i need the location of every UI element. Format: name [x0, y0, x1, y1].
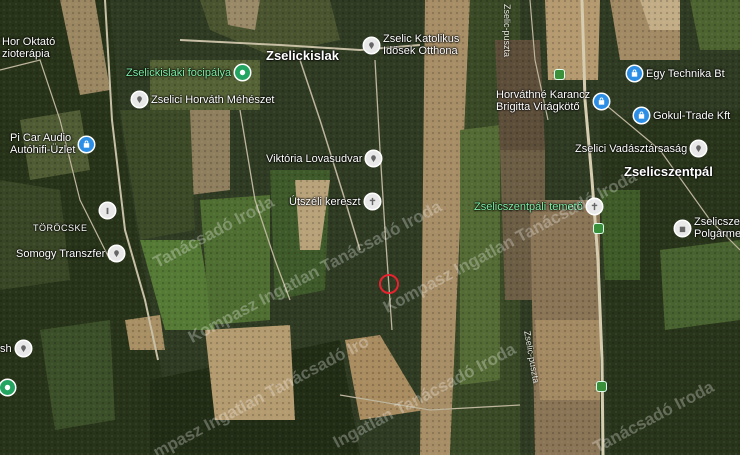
- poi-label: Útszéli kereszt: [289, 195, 361, 208]
- location-pin-icon: [15, 341, 31, 356]
- poi-utszeli-kereszt[interactable]: Útszéli kereszt: [289, 194, 380, 209]
- poi-monument[interactable]: [100, 203, 115, 218]
- location-pin-icon: [109, 246, 125, 261]
- poi-label: Pi Car Audio Autóhifi-Üzlet: [10, 132, 76, 156]
- poi-label: Zselici Vadásztársaság: [575, 142, 688, 155]
- poi-label: Viktória Lovasudvar: [266, 152, 363, 165]
- building-icon: [675, 220, 690, 236]
- road-shield: [594, 224, 603, 233]
- poi-horvathne-viragkoto[interactable]: Horváthné Karancz Brigitta Virágkötő: [496, 89, 610, 113]
- poi-label: Zselic Katolikus Idősek Otthona: [383, 33, 460, 57]
- monument-icon: [100, 203, 115, 218]
- poi-label: Egy Technika Bt: [646, 67, 725, 80]
- location-pin-icon: [366, 151, 382, 166]
- poi-label: Somogy Transzfer: [16, 247, 106, 260]
- place-label: TÖRÖCSKE: [33, 223, 88, 233]
- shopping-bag-icon: [627, 66, 642, 81]
- road-shield: [555, 70, 564, 79]
- poi-katolikus-idosek-otthona[interactable]: Zselic Katolikus Idősek Otthona: [364, 33, 459, 57]
- park-icon: [0, 380, 15, 395]
- poi-focipalya[interactable]: Zselickislaki focipálya: [126, 65, 251, 80]
- poi-polgarmesteri-hivatal[interactable]: Zselicsze Polgárme: [675, 216, 740, 240]
- place-torocske[interactable]: TÖRÖCSKE: [33, 222, 88, 234]
- shopping-bag-icon: [79, 136, 95, 152]
- church-icon: [364, 194, 380, 209]
- location-pin-icon: [132, 92, 147, 107]
- stadium-icon: [235, 65, 251, 80]
- poi-gokul-trade[interactable]: Gokul-Trade Kft: [634, 108, 730, 123]
- poi-label: Gokul-Trade Kft: [653, 109, 731, 122]
- poi-oktato[interactable]: Hor Oktató zioterápia: [2, 36, 55, 60]
- poi-label: Zselicsze Polgárme: [694, 216, 740, 240]
- poi-horvath-meheszet[interactable]: Zselici Horváth Méhészet: [132, 92, 275, 107]
- poi-label: sh: [0, 342, 12, 355]
- poi-label: Zselici Horváth Méhészet: [151, 93, 275, 106]
- poi-label: Zselickislaki focipálya: [126, 66, 232, 79]
- place-label: Zselickislak: [266, 48, 339, 63]
- poi-label: Horváthné Karancz Brigitta Virágkötő: [496, 89, 591, 113]
- poi-partial[interactable]: sh: [0, 341, 31, 356]
- road-label-zselicpuszta: Zselic-puszta: [502, 4, 512, 58]
- poi-partial-green[interactable]: [0, 380, 15, 395]
- satellite-map[interactable]: Zselickislak Zselicszentpál TÖRÖCSKE Zse…: [0, 0, 740, 455]
- poi-label: Hor Oktató zioterápia: [2, 36, 56, 60]
- poi-pi-car-audio[interactable]: Pi Car Audio Autóhifi-Üzlet: [10, 132, 95, 156]
- place-zselicszentpal[interactable]: Zselicszentpál: [624, 164, 713, 179]
- poi-viktoria-lovasudvar[interactable]: Viktória Lovasudvar: [266, 151, 382, 166]
- road-shield: [597, 382, 606, 391]
- location-pin-icon: [691, 141, 707, 156]
- place-label: Zselicszentpál: [624, 164, 713, 179]
- shopping-bag-icon: [594, 93, 610, 109]
- poi-egy-technika[interactable]: Egy Technika Bt: [627, 66, 725, 81]
- poi-somogy-transzfer[interactable]: Somogy Transzfer: [16, 246, 125, 261]
- location-pin-icon: [364, 37, 379, 53]
- poi-vadasztarsasag[interactable]: Zselici Vadásztársaság: [575, 141, 707, 156]
- shopping-bag-icon: [634, 108, 649, 123]
- place-zselickislak[interactable]: Zselickislak: [266, 48, 339, 63]
